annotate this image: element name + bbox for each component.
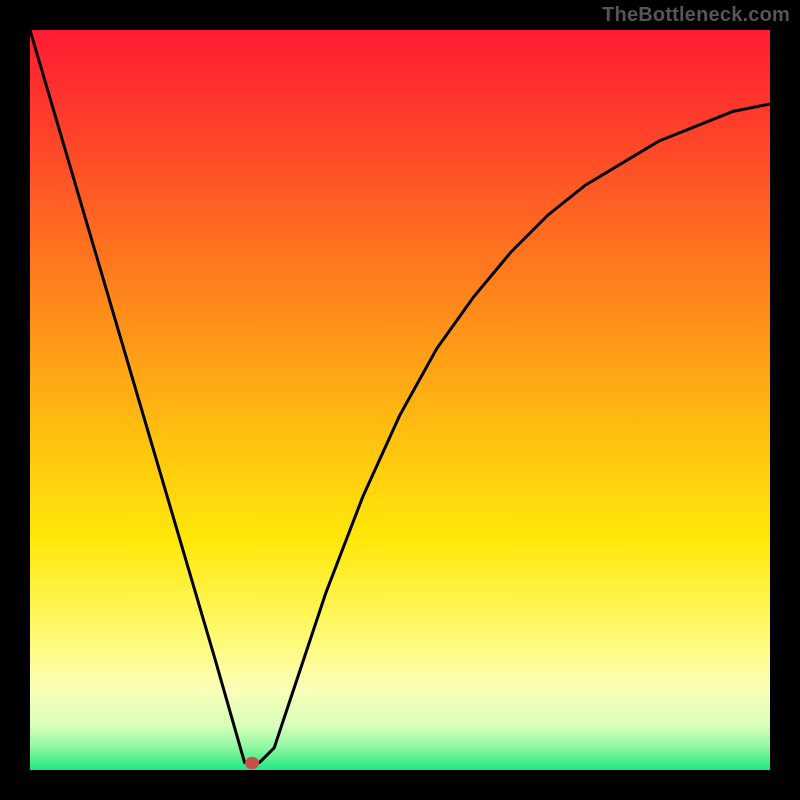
curve-path — [30, 30, 770, 763]
plot-area — [30, 30, 770, 770]
watermark-text: TheBottleneck.com — [602, 4, 790, 27]
optimal-point-marker — [245, 757, 259, 769]
bottleneck-curve — [30, 30, 770, 770]
chart-frame: TheBottleneck.com — [0, 0, 800, 800]
